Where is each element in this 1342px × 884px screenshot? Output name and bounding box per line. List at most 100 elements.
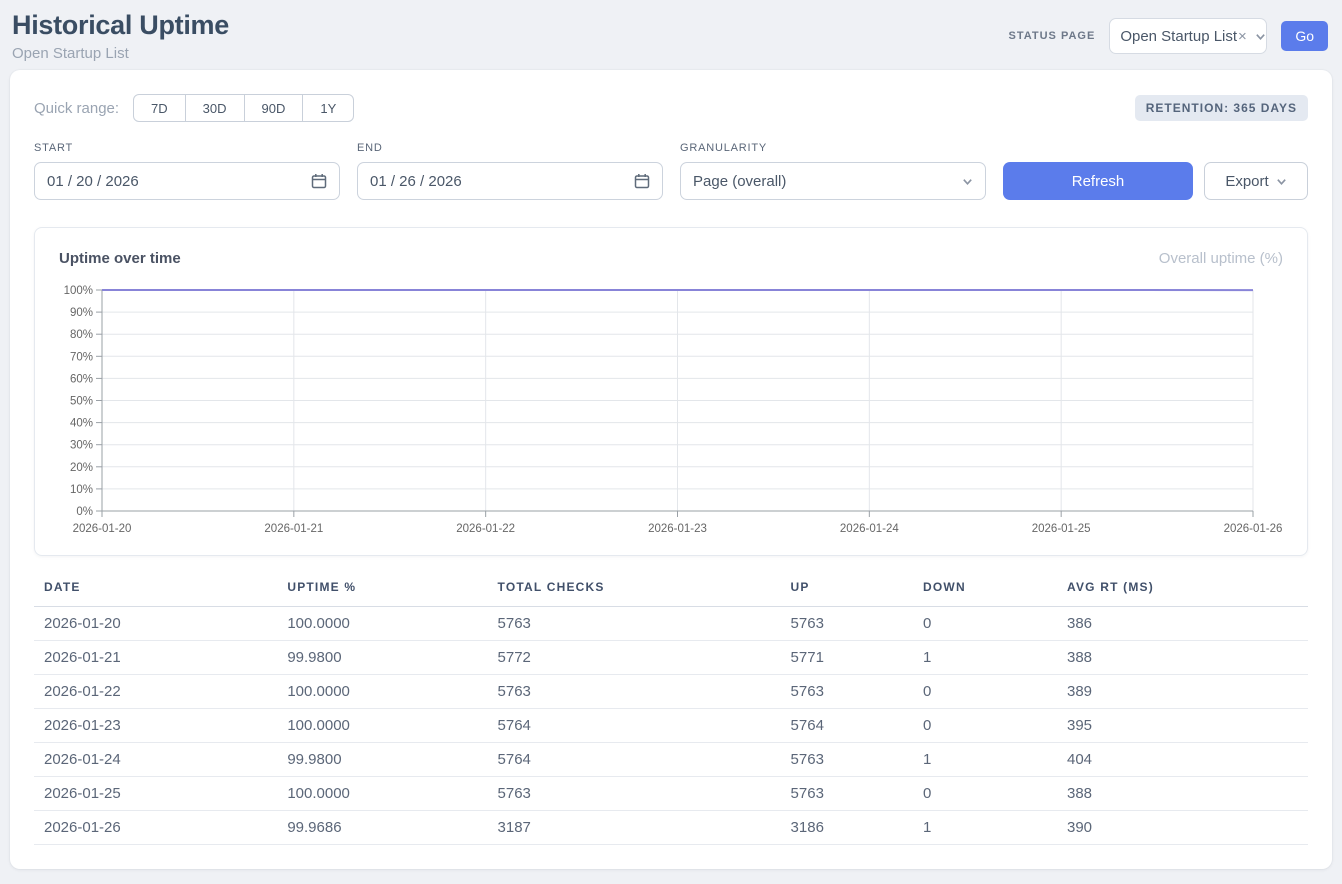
table-cell: 5763 — [488, 675, 781, 709]
start-date-input[interactable]: 01 / 20 / 2026 — [34, 162, 340, 200]
calendar-icon[interactable] — [634, 173, 650, 189]
svg-text:40%: 40% — [70, 418, 93, 430]
status-page-value: Open Startup List — [1120, 28, 1237, 45]
table-cell: 0 — [913, 709, 1057, 743]
table-cell: 5763 — [781, 675, 913, 709]
table-cell: 386 — [1057, 607, 1308, 641]
table-cell: 388 — [1057, 777, 1308, 811]
chart-card: Uptime over time Overall uptime (%) 0%10… — [34, 227, 1308, 556]
svg-text:60%: 60% — [70, 373, 93, 385]
table-cell: 0 — [913, 675, 1057, 709]
col-date: DATE — [34, 578, 277, 607]
page-subtitle: Open Startup List — [12, 45, 229, 62]
quick-range-group-wrap: Quick range: 7D 30D 90D 1Y — [34, 94, 354, 122]
svg-text:2026-01-26: 2026-01-26 — [1224, 523, 1283, 535]
table-cell: 5763 — [781, 607, 913, 641]
col-total-checks: TOTAL CHECKS — [488, 578, 781, 607]
svg-text:2026-01-21: 2026-01-21 — [264, 523, 323, 535]
table-cell: 2026-01-22 — [34, 675, 277, 709]
table-cell: 100.0000 — [277, 709, 487, 743]
export-button[interactable]: Export — [1204, 162, 1308, 200]
chart-title: Uptime over time — [59, 250, 181, 267]
clear-icon[interactable]: × — [1238, 28, 1247, 45]
go-button[interactable]: Go — [1281, 21, 1328, 51]
title-block: Historical Uptime Open Startup List — [12, 10, 229, 62]
table-cell: 1 — [913, 641, 1057, 675]
table-cell: 5772 — [488, 641, 781, 675]
quick-range-7d[interactable]: 7D — [133, 94, 186, 122]
table-cell: 100.0000 — [277, 607, 487, 641]
table-row: 2026-01-25100.0000576357630388 — [34, 777, 1308, 811]
start-label: START — [34, 142, 340, 154]
table-row: 2026-01-20100.0000576357630386 — [34, 607, 1308, 641]
chevron-down-icon — [962, 176, 973, 187]
start-date-value: 01 / 20 / 2026 — [47, 173, 139, 190]
svg-text:2026-01-25: 2026-01-25 — [1032, 523, 1091, 535]
table-cell: 100.0000 — [277, 777, 487, 811]
uptime-table: DATE UPTIME % TOTAL CHECKS UP DOWN AVG R… — [34, 578, 1308, 845]
col-up: UP — [781, 578, 913, 607]
page: { "header": { "title": "Historical Uptim… — [0, 0, 1342, 884]
col-avg-rt: AVG RT (MS) — [1057, 578, 1308, 607]
status-page-select[interactable]: Open Startup List × — [1109, 18, 1267, 54]
end-date-input[interactable]: 01 / 26 / 2026 — [357, 162, 663, 200]
quick-range-90d[interactable]: 90D — [244, 94, 304, 122]
granularity-field: GRANULARITY Page (overall) — [680, 142, 986, 200]
table-row: 2026-01-2199.9800577257711388 — [34, 641, 1308, 675]
table-cell: 100.0000 — [277, 675, 487, 709]
col-uptime: UPTIME % — [277, 578, 487, 607]
uptime-chart: 0%10%20%30%40%50%60%70%80%90%100%2026-01… — [59, 281, 1285, 539]
table-cell: 0 — [913, 607, 1057, 641]
svg-text:2026-01-23: 2026-01-23 — [648, 523, 707, 535]
end-field: END 01 / 26 / 2026 — [357, 142, 663, 200]
table-cell: 99.9686 — [277, 811, 487, 845]
quick-range-label: Quick range: — [34, 100, 119, 117]
quick-range-1y[interactable]: 1Y — [302, 94, 354, 122]
svg-text:0%: 0% — [76, 506, 93, 518]
table-cell: 99.9800 — [277, 641, 487, 675]
table-header-row: DATE UPTIME % TOTAL CHECKS UP DOWN AVG R… — [34, 578, 1308, 607]
table-body: 2026-01-20100.00005763576303862026-01-21… — [34, 607, 1308, 845]
granularity-select[interactable]: Page (overall) — [680, 162, 986, 200]
table-cell: 389 — [1057, 675, 1308, 709]
svg-text:20%: 20% — [70, 462, 93, 474]
table-cell: 3186 — [781, 811, 913, 845]
header-controls: STATUS PAGE Open Startup List × Go — [1009, 18, 1328, 54]
table-header: DATE UPTIME % TOTAL CHECKS UP DOWN AVG R… — [34, 578, 1308, 607]
table-row: 2026-01-22100.0000576357630389 — [34, 675, 1308, 709]
table-cell: 2026-01-24 — [34, 743, 277, 777]
table-row: 2026-01-2699.9686318731861390 — [34, 811, 1308, 845]
table-cell: 5764 — [488, 743, 781, 777]
table-cell: 5763 — [488, 607, 781, 641]
svg-text:2026-01-22: 2026-01-22 — [456, 523, 515, 535]
table-cell: 2026-01-20 — [34, 607, 277, 641]
table-cell: 5763 — [781, 777, 913, 811]
filter-row: START 01 / 20 / 2026 END 01 / 26 / 2026 … — [34, 142, 1308, 200]
col-down: DOWN — [913, 578, 1057, 607]
calendar-icon[interactable] — [311, 173, 327, 189]
granularity-value: Page (overall) — [693, 173, 786, 190]
table-cell: 5771 — [781, 641, 913, 675]
table-row: 2026-01-2499.9800576457631404 — [34, 743, 1308, 777]
svg-text:90%: 90% — [70, 307, 93, 319]
table-cell: 5763 — [781, 743, 913, 777]
table-cell: 1 — [913, 811, 1057, 845]
table-cell: 5764 — [488, 709, 781, 743]
table-cell: 5764 — [781, 709, 913, 743]
svg-text:30%: 30% — [70, 440, 93, 452]
svg-text:100%: 100% — [64, 285, 93, 297]
svg-text:10%: 10% — [70, 484, 93, 496]
svg-text:80%: 80% — [70, 329, 93, 341]
start-field: START 01 / 20 / 2026 — [34, 142, 340, 200]
main-panel: Quick range: 7D 30D 90D 1Y RETENTION: 36… — [10, 70, 1332, 869]
svg-text:50%: 50% — [70, 396, 93, 408]
table-cell: 5763 — [488, 777, 781, 811]
refresh-button[interactable]: Refresh — [1003, 162, 1193, 200]
table-cell: 99.9800 — [277, 743, 487, 777]
svg-text:2026-01-20: 2026-01-20 — [73, 523, 132, 535]
quick-range-row: Quick range: 7D 30D 90D 1Y RETENTION: 36… — [34, 94, 1308, 122]
quick-range-30d[interactable]: 30D — [185, 94, 245, 122]
table-cell: 3187 — [488, 811, 781, 845]
retention-badge: RETENTION: 365 DAYS — [1135, 95, 1308, 121]
chevron-down-icon — [1276, 176, 1287, 187]
